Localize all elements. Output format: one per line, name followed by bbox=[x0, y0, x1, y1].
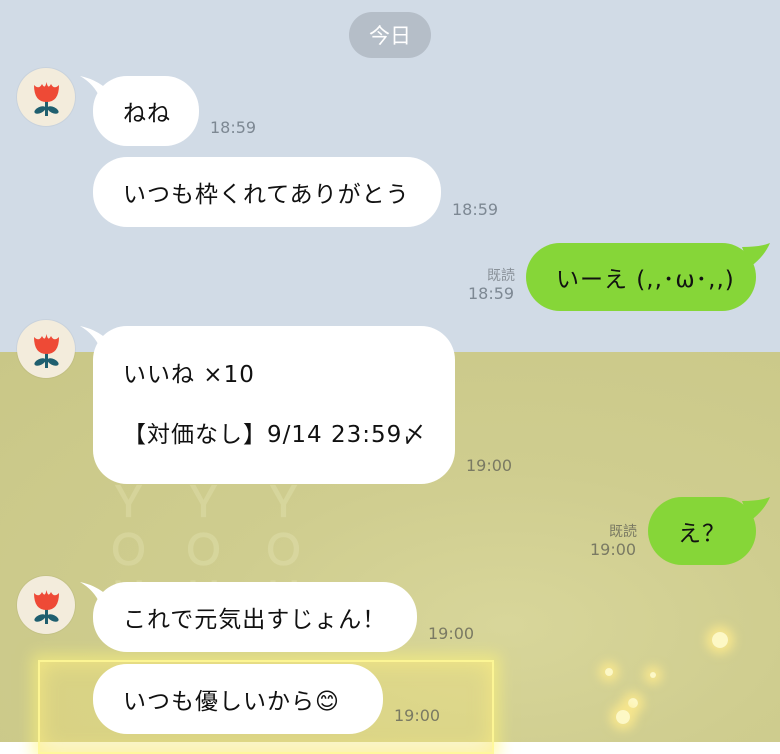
message-line: いいね ×10 bbox=[123, 362, 255, 388]
message-bubble-outgoing[interactable]: え？ bbox=[648, 497, 756, 565]
red-tulip-icon bbox=[34, 590, 59, 624]
red-tulip-icon bbox=[34, 82, 59, 116]
message-bubble-incoming[interactable]: いつも枠くれてありがとう bbox=[93, 157, 441, 227]
message-bubble-outgoing[interactable]: いーえ (,,･ω･,,) bbox=[526, 243, 756, 311]
avatar[interactable] bbox=[17, 576, 75, 634]
sparkle-decoration bbox=[650, 672, 656, 678]
avatar[interactable] bbox=[17, 68, 75, 126]
avatar[interactable] bbox=[17, 320, 75, 378]
sparkle-decoration bbox=[628, 698, 638, 708]
message-bubble-incoming[interactable]: これで元気出すじょん！ bbox=[93, 582, 417, 652]
message-time: 18:59 bbox=[452, 200, 499, 219]
read-receipt: 既読 bbox=[487, 268, 515, 284]
message-time: 19:00 bbox=[428, 624, 475, 643]
message-time: 19:00 bbox=[590, 540, 637, 559]
date-separator: 今日 bbox=[349, 12, 431, 58]
read-receipt: 既読 bbox=[609, 524, 637, 540]
sparkle-decoration bbox=[605, 668, 613, 676]
message-bubble-incoming[interactable]: いいね ×10 【対価なし】9/14 23:59〆 bbox=[93, 326, 455, 484]
message-time: 19:00 bbox=[394, 706, 441, 725]
message-line: 【対価なし】9/14 23:59〆 bbox=[123, 422, 427, 448]
message-bubble-incoming[interactable]: ねね bbox=[93, 76, 199, 146]
message-time: 18:59 bbox=[210, 118, 257, 137]
red-tulip-icon bbox=[34, 334, 59, 368]
sparkle-decoration bbox=[616, 710, 630, 724]
message-bubble-incoming[interactable]: いつも優しいから😊 bbox=[93, 664, 383, 734]
message-time: 18:59 bbox=[468, 284, 515, 303]
bubble-tail bbox=[742, 243, 770, 267]
message-time: 19:00 bbox=[466, 456, 513, 475]
sparkle-decoration bbox=[712, 632, 728, 648]
bubble-tail bbox=[742, 497, 770, 521]
